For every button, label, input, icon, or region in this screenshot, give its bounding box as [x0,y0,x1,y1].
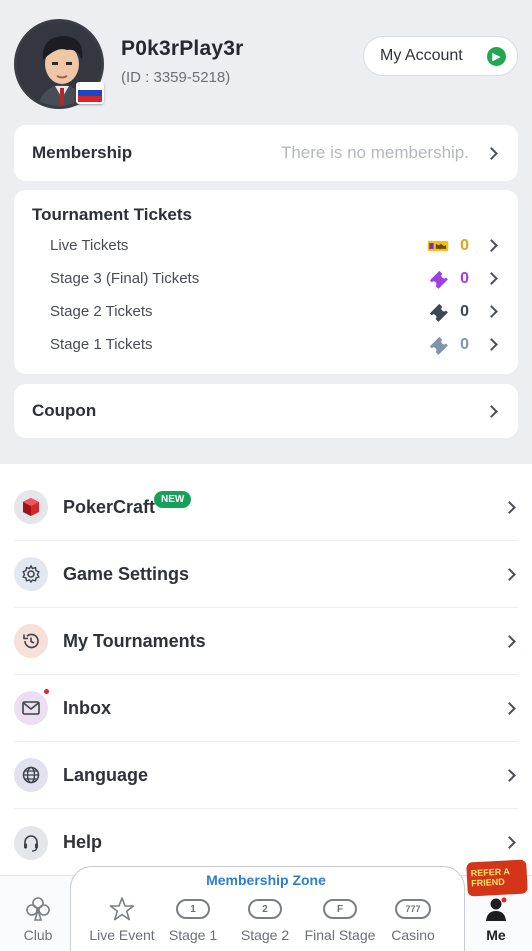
headset-icon [14,825,48,860]
casino-icon: 777 [395,899,431,919]
unread-dot [44,689,49,694]
tournament-tickets-card: Tournament Tickets Live Tickets 0 Stage … [14,190,518,374]
ticket-label: Stage 1 Tickets [50,336,153,353]
help-label: Help [63,832,103,852]
ticket-count: 0 [460,302,469,320]
tournament-tickets-title: Tournament Tickets [32,205,192,224]
stage-1-icon: 1 [176,899,210,919]
mail-icon [14,689,49,725]
nav-stage-2-label: Stage 2 [240,927,290,943]
chevron-right-icon [485,239,498,252]
ticket-row-stage3[interactable]: Stage 3 (Final) Tickets 0 [14,262,518,295]
nav-final-stage-label: Final Stage [304,927,376,943]
my-account-label: My Account [380,47,463,64]
ticket-count: 0 [460,269,469,287]
user-id: (ID : 3359-5218) [121,69,231,86]
ticket-label: Stage 2 Tickets [50,303,153,320]
new-badge: NEW [154,491,192,508]
ticket-row-live[interactable]: Live Tickets 0 [14,229,518,262]
ticket-label: Stage 3 (Final) Tickets [50,270,200,287]
nav-me-label: Me [486,927,506,943]
country-flag-icon [76,82,104,104]
star-icon [86,895,158,923]
club-icon [2,895,74,923]
ticket-label: Live Tickets [50,237,129,254]
inbox-label: Inbox [63,697,111,718]
ticket-count: 0 [460,335,469,353]
nav-club-label: Club [23,927,53,943]
chevron-right-icon [485,338,498,351]
my-tournaments-label: My Tournaments [63,630,206,651]
final-stage-icon: F [323,899,357,919]
arrow-right-icon: ▶ [487,47,506,66]
menu-item-game-settings[interactable]: Game Settings [14,541,518,608]
globe-icon [14,758,48,792]
chevron-right-icon [503,567,516,581]
membership-label: Membership [32,143,133,162]
nav-stage-1[interactable]: 1 Stage 1 [157,895,229,943]
refer-banner-text: REFER A FRIEND [470,866,510,889]
stage1-ticket-icon [427,336,449,355]
game-settings-label: Game Settings [63,563,190,584]
chevron-right-icon [485,404,498,418]
ticket-count: 0 [460,236,469,254]
chevron-right-icon [503,701,516,715]
nav-final-stage[interactable]: F Final Stage [300,895,380,943]
chevron-right-icon [503,768,516,782]
gear-icon [14,557,48,591]
person-icon [460,895,532,923]
coupon-label: Coupon [32,401,97,420]
pokercraft-label: PokerCraft [63,496,156,517]
stage-2-icon: 2 [248,899,282,919]
membership-zone-title: Membership Zone [206,872,326,888]
username: P0k3rPlay3r [121,37,244,60]
chevron-right-icon [485,146,498,160]
nav-me[interactable]: Me [460,895,532,943]
nav-live-event-label: Live Event [89,927,155,943]
nav-live-event[interactable]: Live Event [86,895,158,943]
menu-item-language[interactable]: Language [14,742,518,809]
membership-card[interactable]: Membership There is no membership. [14,125,518,181]
nav-stage-1-label: Stage 1 [168,927,218,943]
ticket-row-stage2[interactable]: Stage 2 Tickets 0 [14,295,518,328]
coupon-card[interactable]: Coupon [14,384,518,438]
nav-club[interactable]: Club [2,895,74,943]
my-account-button[interactable]: My Account ▶ [363,36,518,76]
history-clock-icon [14,624,48,658]
chevron-right-icon [503,634,516,648]
menu-item-pokercraft[interactable]: PokerCraft NEW [14,474,518,541]
nav-casino[interactable]: 777 Casino [377,895,449,943]
nav-casino-label: Casino [391,927,435,943]
chevron-right-icon [503,836,516,849]
menu-item-my-tournaments[interactable]: My Tournaments [14,608,518,675]
nav-stage-2[interactable]: 2 Stage 2 [229,895,301,943]
pokercraft-icon [14,490,48,524]
ticket-row-stage1[interactable]: Stage 1 Tickets 0 [14,328,518,361]
chevron-right-icon [485,272,498,285]
language-label: Language [63,764,149,785]
membership-status: There is no membership. [280,143,469,162]
profile-header: P0k3rPlay3r (ID : 3359-5218) My Account … [0,0,532,120]
stage2-ticket-icon [427,303,449,322]
refer-a-friend-banner[interactable]: REFER A FRIEND [466,859,528,897]
stage3-ticket-icon [427,270,449,289]
chevron-right-icon [503,500,516,514]
menu-item-inbox[interactable]: Inbox [14,675,518,742]
chevron-right-icon [485,305,498,318]
live-ticket-icon [427,237,449,255]
